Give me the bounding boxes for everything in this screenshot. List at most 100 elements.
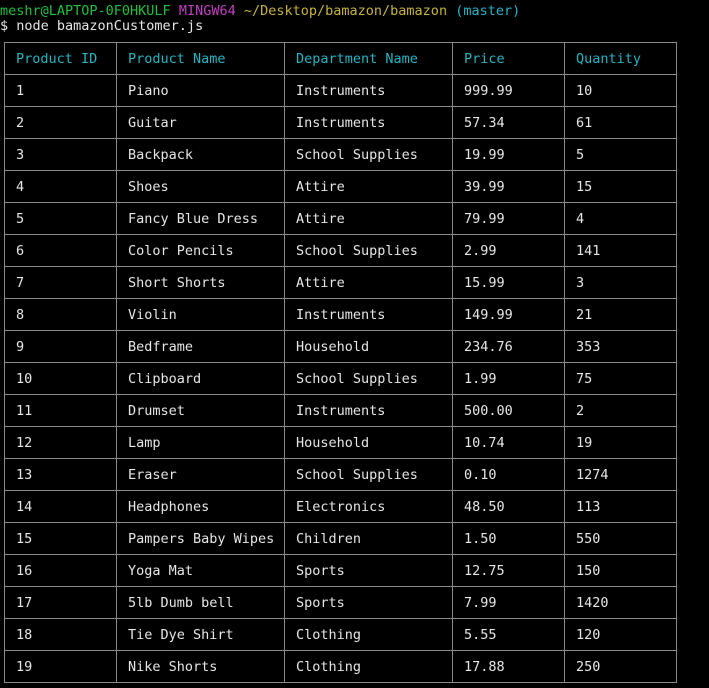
cell-product-name: Drumset <box>116 394 285 427</box>
cell-price: 79.99 <box>452 202 565 235</box>
table-row: 8 Violin Instruments 149.99 21 <box>4 298 677 331</box>
cell-quantity: 75 <box>564 362 677 395</box>
cell-product-name: Headphones <box>116 490 285 523</box>
cell-product-name: Color Pencils <box>116 234 285 267</box>
cell-department-name: Instruments <box>284 298 453 331</box>
cell-quantity: 19 <box>564 426 677 459</box>
cell-product-name: Yoga Mat <box>116 554 285 587</box>
cell-product-id: 11 <box>4 394 117 427</box>
cell-price: 7.99 <box>452 586 565 619</box>
cell-product-name: Short Shorts <box>116 266 285 299</box>
cell-price: 1.99 <box>452 362 565 395</box>
cell-quantity: 141 <box>564 234 677 267</box>
cell-price: 10.74 <box>452 426 565 459</box>
cell-product-id: 10 <box>4 362 117 395</box>
cell-quantity: 4 <box>564 202 677 235</box>
cell-department-name: Attire <box>284 202 453 235</box>
cell-product-id: 14 <box>4 490 117 523</box>
cell-department-name: Instruments <box>284 394 453 427</box>
cell-price: 2.99 <box>452 234 565 267</box>
cell-product-name: Guitar <box>116 106 285 139</box>
header-quantity: Quantity <box>564 42 677 75</box>
cell-department-name: Attire <box>284 266 453 299</box>
cell-department-name: Sports <box>284 554 453 587</box>
cell-product-id: 7 <box>4 266 117 299</box>
cell-department-name: Sports <box>284 586 453 619</box>
cell-product-id: 18 <box>4 618 117 651</box>
table-row: 5 Fancy Blue Dress Attire 79.99 4 <box>4 202 677 235</box>
cell-product-name: Tie Dye Shirt <box>116 618 285 651</box>
cell-price: 1.50 <box>452 522 565 555</box>
cell-department-name: School Supplies <box>284 362 453 395</box>
table-row: 9 Bedframe Household 234.76 353 <box>4 330 677 363</box>
cell-department-name: Household <box>284 426 453 459</box>
table-row: 7 Short Shorts Attire 15.99 3 <box>4 266 677 299</box>
table-row: 1 Piano Instruments 999.99 10 <box>4 74 677 107</box>
cell-product-id: 3 <box>4 138 117 171</box>
cell-product-name: Piano <box>116 74 285 107</box>
cell-price: 15.99 <box>452 266 565 299</box>
cell-product-id: 19 <box>4 650 117 683</box>
prompt-git-branch: (master) <box>455 3 521 19</box>
cell-product-id: 9 <box>4 330 117 363</box>
table-row: 2 Guitar Instruments 57.34 61 <box>4 106 677 139</box>
cell-department-name: Household <box>284 330 453 363</box>
table-row: 16 Yoga Mat Sports 12.75 150 <box>4 554 677 587</box>
table-header-row: Product ID Product Name Department Name … <box>4 42 677 75</box>
cell-quantity: 120 <box>564 618 677 651</box>
cell-department-name: School Supplies <box>284 234 453 267</box>
cell-product-id: 12 <box>4 426 117 459</box>
table-row: 18 Tie Dye Shirt Clothing 5.55 120 <box>4 618 677 651</box>
table-row: 11 Drumset Instruments 500.00 2 <box>4 394 677 427</box>
table-row: 10 Clipboard School Supplies 1.99 75 <box>4 362 677 395</box>
cell-department-name: Attire <box>284 170 453 203</box>
cell-product-name: Backpack <box>116 138 285 171</box>
cell-quantity: 15 <box>564 170 677 203</box>
table-row: 12 Lamp Household 10.74 19 <box>4 426 677 459</box>
table-row: 17 5lb Dumb bell Sports 7.99 1420 <box>4 586 677 619</box>
cell-price: 234.76 <box>452 330 565 363</box>
cell-product-name: Fancy Blue Dress <box>116 202 285 235</box>
cell-product-name: Eraser <box>116 458 285 491</box>
cell-quantity: 21 <box>564 298 677 331</box>
cell-product-name: Violin <box>116 298 285 331</box>
cell-price: 12.75 <box>452 554 565 587</box>
cell-price: 0.10 <box>452 458 565 491</box>
cell-product-name: Bedframe <box>116 330 285 363</box>
cell-product-id: 2 <box>4 106 117 139</box>
cell-product-id: 4 <box>4 170 117 203</box>
prompt-path: ~/Desktop/bamazon/bamazon <box>243 3 448 19</box>
cell-department-name: Clothing <box>284 650 453 683</box>
table-row: 6 Color Pencils School Supplies 2.99 141 <box>4 234 677 267</box>
cell-quantity: 3 <box>564 266 677 299</box>
cell-department-name: Electronics <box>284 490 453 523</box>
cell-product-name: Clipboard <box>116 362 285 395</box>
cell-product-id: 13 <box>4 458 117 491</box>
cell-department-name: Instruments <box>284 74 453 107</box>
cell-price: 39.99 <box>452 170 565 203</box>
cell-product-id: 8 <box>4 298 117 331</box>
table-row: 19 Nike Shorts Clothing 17.88 250 <box>4 650 677 683</box>
cell-quantity: 150 <box>564 554 677 587</box>
cell-price: 19.99 <box>452 138 565 171</box>
cell-department-name: School Supplies <box>284 138 453 171</box>
cell-product-name: Shoes <box>116 170 285 203</box>
table-row: 13 Eraser School Supplies 0.10 1274 <box>4 458 677 491</box>
cell-quantity: 550 <box>564 522 677 555</box>
cell-product-id: 16 <box>4 554 117 587</box>
table-row: 4 Shoes Attire 39.99 15 <box>4 170 677 203</box>
cell-quantity: 250 <box>564 650 677 683</box>
cell-product-name: Pampers Baby Wipes <box>116 522 285 555</box>
cell-department-name: Clothing <box>284 618 453 651</box>
cell-product-id: 5 <box>4 202 117 235</box>
terminal-window[interactable]: meshr@LAPTOP-0F0HKULF MINGW64 ~/Desktop/… <box>0 0 709 688</box>
cell-department-name: Instruments <box>284 106 453 139</box>
cell-price: 17.88 <box>452 650 565 683</box>
cell-quantity: 10 <box>564 74 677 107</box>
table-body: 1 Piano Instruments 999.99 10 2 Guitar Instrume… <box>4 74 677 683</box>
cell-quantity: 2 <box>564 394 677 427</box>
cell-department-name: Children <box>284 522 453 555</box>
header-price: Price <box>452 42 565 75</box>
cell-product-name: 5lb Dumb bell <box>116 586 285 619</box>
cell-quantity: 353 <box>564 330 677 363</box>
